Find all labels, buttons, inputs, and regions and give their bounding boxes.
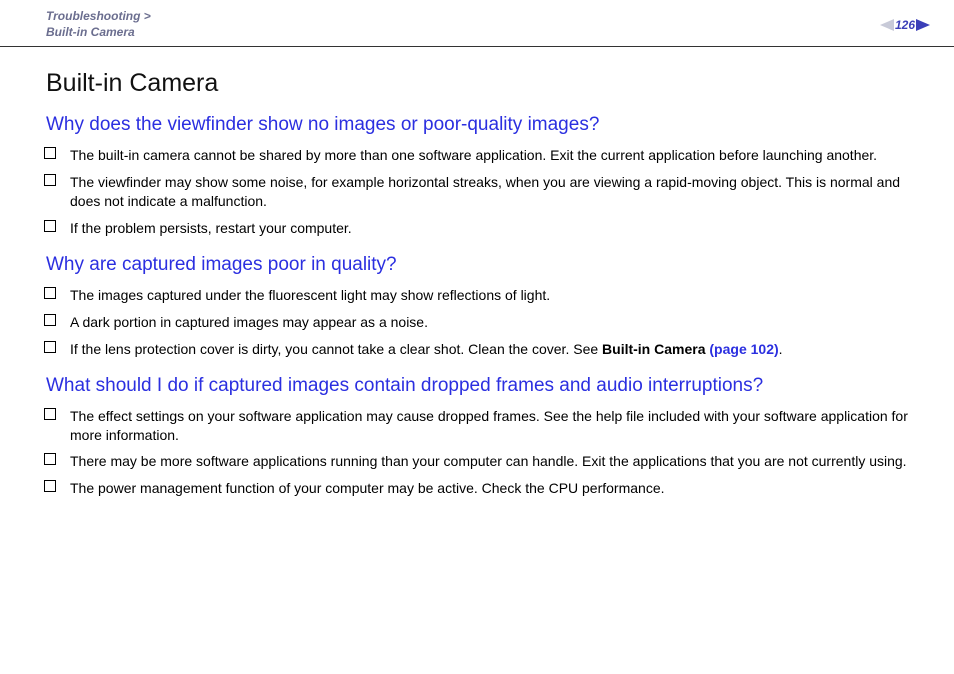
list-item-text: The power management function of your co…: [70, 479, 930, 498]
text-bold: Built-in Camera: [602, 341, 705, 357]
breadcrumb: Troubleshooting > Built-in Camera: [46, 8, 151, 40]
text-suffix: .: [779, 341, 783, 357]
bullet-icon: [46, 222, 56, 232]
list-item: The effect settings on your software app…: [46, 407, 930, 445]
faq-heading: What should I do if captured images cont…: [46, 375, 930, 397]
text-prefix: If the lens protection cover is dirty, y…: [70, 341, 602, 357]
faq-list: The built-in camera cannot be shared by …: [46, 146, 930, 238]
page-header: Troubleshooting > Built-in Camera 126: [0, 0, 954, 47]
list-item: The viewfinder may show some noise, for …: [46, 173, 930, 211]
bullet-icon: [46, 410, 56, 420]
breadcrumb-sep: >: [140, 9, 150, 23]
list-item-text: If the lens protection cover is dirty, y…: [70, 340, 930, 359]
list-item-text: The built-in camera cannot be shared by …: [70, 146, 930, 165]
list-item: If the lens protection cover is dirty, y…: [46, 340, 930, 359]
faq-heading: Why are captured images poor in quality?: [46, 254, 930, 276]
list-item: The power management function of your co…: [46, 479, 930, 498]
list-item: The images captured under the fluorescen…: [46, 286, 930, 305]
list-item-text: The images captured under the fluorescen…: [70, 286, 930, 305]
list-item-text: The viewfinder may show some noise, for …: [70, 173, 930, 211]
next-page-icon[interactable]: [916, 19, 930, 31]
list-item: The built-in camera cannot be shared by …: [46, 146, 930, 165]
list-item: A dark portion in captured images may ap…: [46, 313, 930, 332]
bullet-icon: [46, 149, 56, 159]
bullet-icon: [46, 289, 56, 299]
list-item-text: There may be more software applications …: [70, 452, 930, 471]
page-title: Built-in Camera: [46, 69, 930, 98]
faq-list: The effect settings on your software app…: [46, 407, 930, 499]
bullet-icon: [46, 176, 56, 186]
prev-page-icon[interactable]: [880, 19, 894, 31]
faq-heading: Why does the viewfinder show no images o…: [46, 114, 930, 136]
list-item: There may be more software applications …: [46, 452, 930, 471]
bullet-icon: [46, 343, 56, 353]
page-nav: 126: [880, 18, 930, 32]
bullet-icon: [46, 316, 56, 326]
list-item-text: The effect settings on your software app…: [70, 407, 930, 445]
list-item-text: If the problem persists, restart your co…: [70, 219, 930, 238]
page-ref-link[interactable]: (page 102): [706, 341, 779, 357]
page-content: Built-in Camera Why does the viewfinder …: [0, 47, 954, 498]
breadcrumb-section[interactable]: Troubleshooting: [46, 9, 140, 23]
list-item: If the problem persists, restart your co…: [46, 219, 930, 238]
page-number: 126: [895, 18, 915, 32]
breadcrumb-current: Built-in Camera: [46, 25, 135, 39]
bullet-icon: [46, 482, 56, 492]
faq-list: The images captured under the fluorescen…: [46, 286, 930, 359]
bullet-icon: [46, 455, 56, 465]
list-item-text: A dark portion in captured images may ap…: [70, 313, 930, 332]
